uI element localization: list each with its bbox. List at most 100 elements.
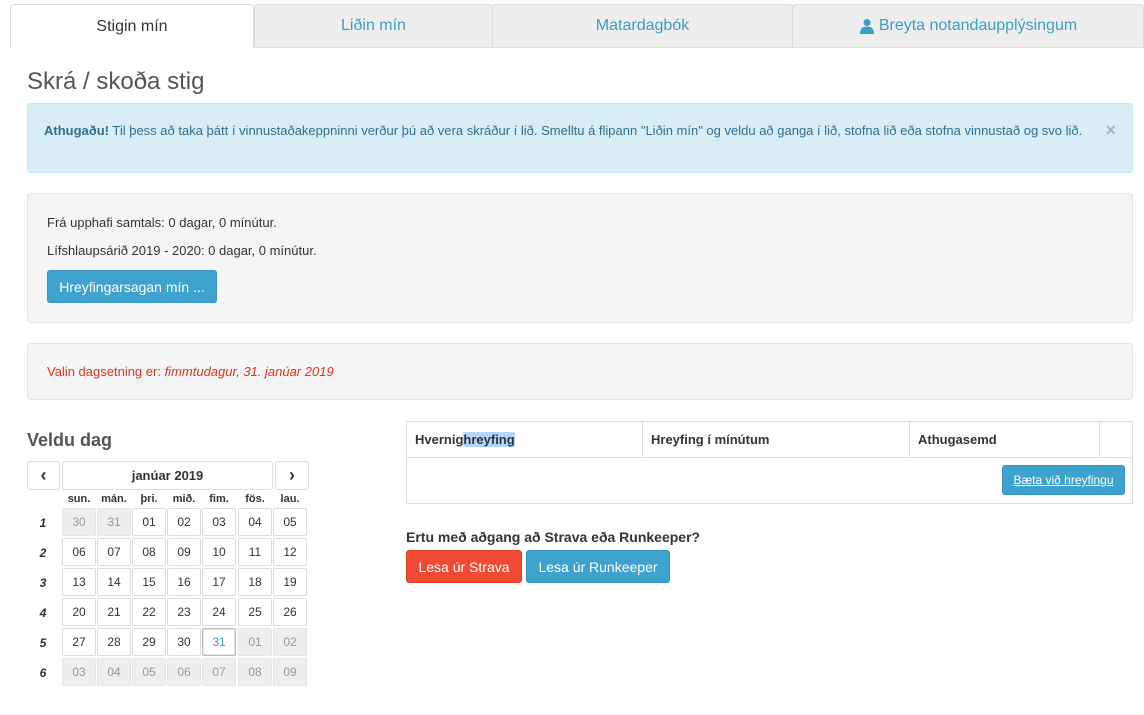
week-number: 4 [39, 606, 47, 620]
calendar-day[interactable]: 28 [97, 628, 131, 656]
col-header-minutes: Hreyfing í mínútum [643, 422, 910, 458]
col-header-highlight: hreyfing [463, 432, 515, 447]
weekday-header: fim. [209, 493, 229, 505]
calendar-day[interactable]: 13 [62, 568, 96, 596]
tab-label: Matardagbók [595, 17, 690, 34]
week-number: 6 [39, 666, 47, 680]
week-number: 3 [39, 576, 47, 590]
runkeeper-button-label: Lesa úr Runkeeper [538, 558, 658, 575]
close-icon[interactable]: × [1105, 121, 1116, 139]
calendar-day[interactable]: 06 [62, 538, 96, 566]
calendar-day[interactable]: 02 [167, 508, 201, 536]
strava-button[interactable]: Lesa úr Strava [406, 550, 522, 583]
calendar-day[interactable]: 30 [62, 508, 96, 536]
page-title: Skrá / skoða stig [27, 68, 205, 95]
month-label: janúar 2019 [131, 468, 204, 483]
history-button[interactable]: Hreyfingarsagan mín ... [47, 270, 217, 303]
tab-label: Stigin mín [96, 17, 168, 35]
calendar-day[interactable]: 01 [132, 508, 166, 536]
calendar-day[interactable]: 03 [62, 658, 96, 686]
calendar-day[interactable]: 16 [167, 568, 201, 596]
calendar-day[interactable]: 21 [97, 598, 131, 626]
calendar-day[interactable]: 08 [238, 658, 272, 686]
selected-date-panel: Valin dagsetning er: fimmtudagur, 31. ja… [27, 343, 1133, 400]
calendar-day[interactable]: 31 [97, 508, 131, 536]
week-number: 5 [39, 636, 47, 650]
summary-panel: Frá upphafi samtals: 0 dagar, 0 mínútur.… [27, 193, 1133, 323]
calendar-day[interactable]: 22 [132, 598, 166, 626]
calendar-day[interactable]: 05 [132, 658, 166, 686]
calendar-day[interactable]: 12 [273, 538, 307, 566]
calendar-day[interactable]: 25 [238, 598, 272, 626]
weekday-header: mið. [172, 493, 196, 505]
weekday-header: sun. [67, 493, 91, 505]
col-header-activity: Hvernig hreyfing [407, 422, 643, 458]
user-icon [859, 19, 874, 34]
activity-table: Hvernig hreyfing Hreyfing í mínútum Athu… [406, 421, 1133, 504]
season-summary: Lífshlaupsárið 2019 - 2020: 0 dagar, 0 m… [47, 243, 317, 258]
strava-button-label: Lesa úr Strava [418, 558, 510, 575]
prev-month-button[interactable]: ‹ [27, 461, 60, 490]
calendar-day[interactable]: 29 [132, 628, 166, 656]
calendar-day[interactable]: 20 [62, 598, 96, 626]
alert-text: Til þess að taka þátt í vinnustaðakeppni… [108, 123, 1083, 138]
calendar-day[interactable]: 17 [202, 568, 236, 596]
tab-lidin-min[interactable]: Liðin mín [254, 4, 493, 48]
calendar-title: Veldu dag [27, 430, 113, 450]
calendar-day[interactable]: 05 [273, 508, 307, 536]
calendar-day[interactable]: 15 [132, 568, 166, 596]
selected-date-value: fimmtudagur, 31. janúar 2019 [164, 364, 334, 379]
col-header-comment: Athugasemd [910, 422, 1100, 458]
calendar-day[interactable]: 23 [167, 598, 201, 626]
tab-matardagbok[interactable]: Matardagbók [492, 4, 793, 48]
runkeeper-button[interactable]: Lesa úr Runkeeper [526, 550, 670, 583]
calendar-day[interactable]: 30 [167, 628, 201, 656]
calendar-day[interactable]: 26 [273, 598, 307, 626]
calendar-day-selected[interactable]: 31 [202, 628, 236, 656]
month-switch[interactable]: janúar 2019 [62, 461, 273, 490]
weekday-header: þri. [140, 493, 158, 505]
calendar-day[interactable]: 27 [62, 628, 96, 656]
calendar-day[interactable]: 07 [202, 658, 236, 686]
weekday-header: fös. [245, 493, 265, 505]
add-activity-label: Bæta við hreyfingu [1013, 473, 1114, 487]
integration-question: Ertu með aðgang að Strava eða Runkeeper? [406, 529, 701, 545]
calendar-day[interactable]: 19 [273, 568, 307, 596]
alert-strong: Athugaðu! [44, 123, 109, 138]
add-activity-button[interactable]: Bæta við hreyfingu [1002, 465, 1125, 495]
chevron-right-icon: › [289, 465, 295, 485]
calendar-day[interactable]: 09 [167, 538, 201, 566]
calendar-day[interactable]: 11 [238, 538, 272, 566]
calendar-day[interactable]: 08 [132, 538, 166, 566]
col-header-actions [1100, 422, 1132, 458]
calendar-day[interactable]: 07 [97, 538, 131, 566]
calendar-day[interactable]: 24 [202, 598, 236, 626]
chevron-left-icon: ‹ [40, 465, 47, 485]
selected-date-label: Valin dagsetning er: [47, 364, 165, 379]
weekday-header: lau. [280, 493, 300, 505]
total-summary: Frá upphafi samtals: 0 dagar, 0 mínútur. [47, 215, 277, 230]
calendar-day[interactable]: 14 [97, 568, 131, 596]
calendar-day[interactable]: 03 [202, 508, 236, 536]
calendar-day[interactable]: 18 [238, 568, 272, 596]
calendar-day[interactable]: 06 [167, 658, 201, 686]
calendar-day[interactable]: 10 [202, 538, 236, 566]
tab-breyta-notandaupplysingum[interactable]: Breyta notandaupplýsingum [792, 4, 1144, 48]
next-month-button[interactable]: › [275, 461, 309, 490]
tab-label: Liðin mín [341, 17, 406, 34]
tab-stigin-min[interactable]: Stigin mín [10, 4, 254, 48]
tab-label: Breyta notandaupplýsingum [878, 17, 1078, 34]
tab-bar: Stigin mín Liðin mín Matardagbók Breyta … [10, 4, 1144, 48]
week-number: 2 [39, 546, 47, 560]
col-header-prefix: Hvernig [415, 432, 464, 447]
calendar-day[interactable]: 01 [238, 628, 272, 656]
info-alert: Athugaðu! Til þess að taka þátt í vinnus… [27, 103, 1133, 173]
calendar-day[interactable]: 09 [273, 658, 307, 686]
selected-date: Valin dagsetning er: fimmtudagur, 31. ja… [47, 364, 334, 379]
calendar-day[interactable]: 02 [273, 628, 307, 656]
weekday-header: mán. [101, 493, 127, 505]
history-button-label: Hreyfingarsagan mín ... [59, 278, 205, 295]
calendar-day[interactable]: 04 [238, 508, 272, 536]
week-number: 1 [39, 516, 47, 530]
calendar-day[interactable]: 04 [97, 658, 131, 686]
